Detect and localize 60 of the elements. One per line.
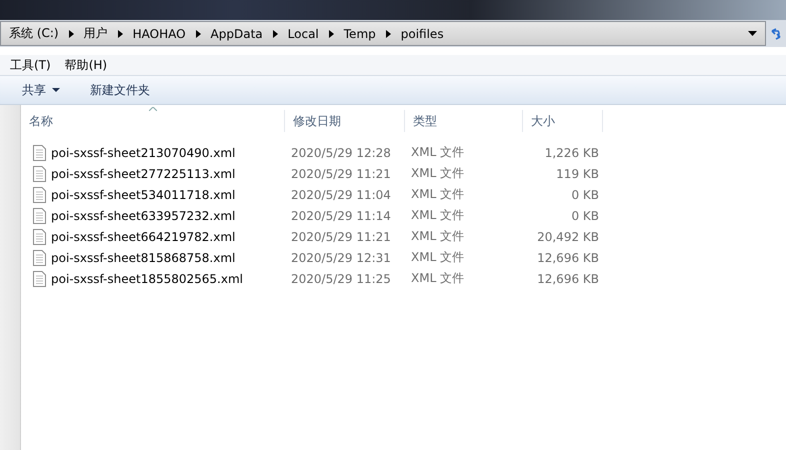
toolbar-button[interactable]: 共享 <box>14 80 68 100</box>
chevron-right-icon[interactable] <box>68 30 74 38</box>
refresh-icon[interactable] <box>770 26 782 40</box>
breadcrumb-item[interactable]: AppData <box>210 26 263 40</box>
modified-date: 2020/5/29 11:25 <box>290 272 392 286</box>
address-bar[interactable]: 系统 (C:) 用户 HAOHAO AppData Local Temp poifiles <box>0 21 766 46</box>
file-size: 0 KB <box>570 188 600 202</box>
menu-item[interactable]: 工具(T) <box>10 56 51 74</box>
modified-date: 2020/5/29 12:28 <box>290 146 392 160</box>
file-name[interactable]: poi-sxssf-sheet664219782.xml <box>51 230 236 244</box>
file-size: 0 KB <box>570 208 600 222</box>
column-header[interactable]: 修改日期 <box>285 110 405 132</box>
chevron-right-icon[interactable] <box>386 30 391 38</box>
modified-date: 2020/5/29 11:14 <box>290 208 392 222</box>
file-size: 20,492 KB <box>536 230 600 244</box>
file-name[interactable]: poi-sxssf-sheet1855802565.xml <box>51 272 243 286</box>
file-name[interactable]: poi-sxssf-sheet213070490.xml <box>51 146 236 160</box>
caret-icon <box>52 88 60 92</box>
document-icon <box>33 166 46 182</box>
document-icon <box>33 270 46 286</box>
breadcrumb-item[interactable]: Local <box>288 26 319 40</box>
column-header[interactable]: 类型 <box>405 110 523 132</box>
breadcrumb-item[interactable]: HAOHAO <box>132 26 186 40</box>
breadcrumb-item[interactable]: poifiles <box>400 26 444 40</box>
column-header[interactable]: 名称 <box>21 110 285 132</box>
document-icon <box>33 186 46 202</box>
file-name[interactable]: poi-sxssf-sheet277225113.xml <box>51 166 236 180</box>
file-type: XML 文件 <box>410 165 466 182</box>
file-name[interactable]: poi-sxssf-sheet633957232.xml <box>51 208 236 222</box>
modified-date: 2020/5/29 11:04 <box>290 188 392 202</box>
file-type: XML 文件 <box>410 186 466 203</box>
file-type: XML 文件 <box>410 207 466 224</box>
menu-item[interactable]: 帮助(H) <box>64 56 108 74</box>
chevron-right-icon[interactable] <box>272 30 278 38</box>
document-icon <box>33 208 46 224</box>
modified-date: 2020/5/29 12:31 <box>290 250 392 264</box>
breadcrumb-item[interactable]: Temp <box>344 26 376 40</box>
column-header[interactable]: 大小 <box>523 110 603 132</box>
dropdown-caret-icon[interactable] <box>748 31 757 36</box>
file-type: XML 文件 <box>410 270 466 287</box>
file-size: 119 KB <box>555 166 600 180</box>
breadcrumb-item[interactable]: 系统 (C:) <box>9 25 59 42</box>
file-size: 1,226 KB <box>544 146 600 160</box>
file-name[interactable]: poi-sxssf-sheet815868758.xml <box>51 250 236 264</box>
modified-date: 2020/5/29 11:21 <box>290 166 392 180</box>
chevron-right-icon[interactable] <box>196 30 201 38</box>
file-name[interactable]: poi-sxssf-sheet534011718.xml <box>51 188 236 202</box>
file-type: XML 文件 <box>410 249 466 266</box>
file-type: XML 文件 <box>410 144 466 161</box>
file-size: 12,696 KB <box>536 272 600 286</box>
toolbar-button[interactable]: 新建文件夹 <box>82 80 158 100</box>
document-icon <box>33 144 46 160</box>
document-icon <box>33 228 46 244</box>
chevron-right-icon[interactable] <box>118 30 123 38</box>
breadcrumb-item[interactable]: 用户 <box>84 25 108 42</box>
modified-date: 2020/5/29 11:21 <box>290 230 392 244</box>
document-icon <box>33 250 46 266</box>
file-type: XML 文件 <box>410 228 466 245</box>
file-size: 12,696 KB <box>536 250 600 264</box>
chevron-right-icon[interactable] <box>328 30 334 38</box>
